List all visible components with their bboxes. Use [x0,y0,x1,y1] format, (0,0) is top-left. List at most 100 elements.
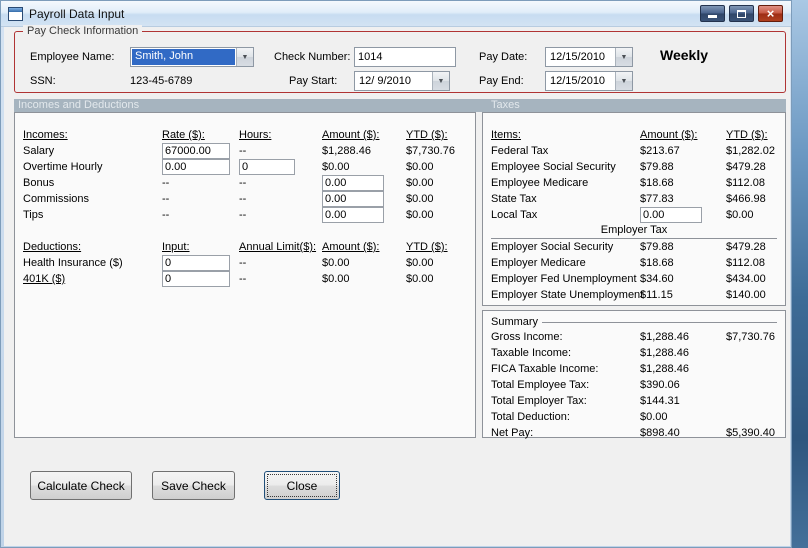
tax-row-local: Local Tax $0.00 [491,207,785,223]
amount-cell: $0.00 [322,257,350,269]
pay-start-datepicker[interactable]: 12/ 9/2010 ▼ [354,71,450,91]
amount-cell: $79.88 [640,161,674,173]
salary-rate-input[interactable] [162,143,230,159]
calculate-check-button[interactable]: Calculate Check [30,471,132,500]
employee-name-combobox[interactable]: Smith, John ▼ [130,47,254,67]
local-tax-input[interactable] [640,207,702,223]
employee-name-label: Employee Name: [30,51,115,63]
ytd-cell: $7,730.76 [726,331,775,343]
tips-amount-input[interactable] [322,207,384,223]
incomes-deductions-panel: Incomes: Rate ($): Hours: Amount ($): YT… [14,112,476,438]
ytd-cell: $1,282.02 [726,145,775,157]
overtime-hours-input[interactable] [239,159,295,175]
row-label: Employee Social Security [491,161,616,173]
tax-row-employee-medicare: Employee Medicare $18.68 $112.08 [491,175,785,191]
row-label: Bonus [23,177,55,189]
summary-row-fica-taxable-income: FICA Taxable Income: $1,288.46 [491,361,785,377]
pay-date-dropdown-button[interactable]: ▼ [615,48,632,66]
row-label: Employer Social Security [491,241,614,253]
ytd-header: YTD ($): [406,241,448,253]
summary-row-taxable-income: Taxable Income: $1,288.46 [491,345,785,361]
check-number-field-wrap [354,47,456,67]
amount-cell [322,191,406,207]
row-label: Tips [23,209,44,221]
taxes-panel: Items: Amount ($): YTD ($): Federal Tax … [482,112,786,306]
ssn-value: 123-45-6789 [130,75,193,87]
pay-start-label: Pay Start: [289,75,338,87]
summary-row-total-deduction: Total Deduction: $0.00 [491,409,785,425]
ssn-label: SSN: [30,75,56,87]
window-title: Payroll Data Input [29,6,125,21]
chevron-down-icon: ▼ [241,53,249,61]
summary-legend-line [542,321,777,323]
row-label: Total Deduction: [491,411,570,423]
summary-row-total-employee-tax: Total Employee Tax: $390.06 [491,377,785,393]
bonus-amount-input[interactable] [322,175,384,191]
section-header-bar: Incomes and Deductions Taxes [14,99,786,112]
pay-date-datepicker[interactable]: 12/15/2010 ▼ [545,47,633,67]
summary-row-gross-income: Gross Income: $1,288.46 $7,730.76 [491,329,785,345]
ytd-cell: $0.00 [406,161,434,173]
employee-name-dropdown-button[interactable]: ▼ [236,48,253,66]
rate-cell: -- [162,177,170,189]
ytd-cell: $0.00 [406,257,434,269]
pay-end-value: 12/15/2010 [550,75,606,87]
check-number-input[interactable] [355,51,455,63]
maximize-button[interactable] [729,5,754,22]
amount-cell: $213.67 [640,145,680,157]
tax-row-state: State Tax $77.83 $466.98 [491,191,785,207]
employer-tax-divider: Employer Tax [491,223,777,239]
ytd-cell: $140.00 [726,289,766,301]
amount-cell: $144.31 [640,395,680,407]
commissions-amount-input[interactable] [322,191,384,207]
amount-cell: $77.83 [640,193,674,205]
amount-cell: $11.15 [640,289,673,301]
income-row-commissions: Commissions -- -- $0.00 [23,191,475,207]
row-label: Employer Medicare [491,257,586,269]
amount-cell: $1,288.46 [640,363,689,375]
amount-cell [640,207,726,223]
row-label: Employee Medicare [491,177,589,189]
health-insurance-input[interactable] [162,255,230,271]
titlebar: Payroll Data Input × [1,1,791,27]
tax-row-employer-social-security: Employer Social Security $79.88 $479.28 [491,239,785,255]
pay-end-label: Pay End: [479,75,524,87]
deductions-header-row: Deductions: Input: Annual Limit($): Amou… [23,239,475,255]
ytd-cell: $479.28 [726,241,766,253]
amount-cell: $1,288.46 [640,331,689,343]
ytd-cell: $5,390.40 [726,427,775,439]
chevron-down-icon: ▼ [620,77,628,85]
row-label: Total Employer Tax: [491,395,587,407]
incomes-header-row: Incomes: Rate ($): Hours: Amount ($): YT… [23,127,475,143]
minimize-button[interactable] [700,5,725,22]
amount-cell: $34.60 [640,273,674,285]
pay-end-dropdown-button[interactable]: ▼ [615,72,632,90]
pay-end-datepicker[interactable]: 12/15/2010 ▼ [545,71,633,91]
pay-start-value: 12/ 9/2010 [359,75,411,87]
rate-header: Rate ($): [162,129,205,141]
pay-start-dropdown-button[interactable]: ▼ [432,72,449,90]
row-label: Employer State Unemployment [491,289,644,301]
amount-cell [322,207,406,223]
ytd-cell: $0.00 [726,209,754,221]
row-label: State Tax [491,193,537,205]
amount-cell: $18.68 [640,257,674,269]
ytd-cell: $0.00 [406,193,434,205]
save-check-button[interactable]: Save Check [152,471,235,500]
app-icon [8,6,23,21]
overtime-rate-input[interactable] [162,159,230,175]
close-window-button[interactable]: × [758,5,783,22]
ytd-cell: $479.28 [726,161,766,173]
row-label: Gross Income: [491,331,563,343]
minimize-icon [708,15,717,18]
amount-header: Amount ($): [322,241,380,253]
section-taxes-label: Taxes [491,99,520,111]
deductions-header: Deductions: [23,241,82,253]
close-button[interactable]: Close [264,471,340,500]
k401-input[interactable] [162,271,230,287]
amount-cell: $0.00 [640,411,668,423]
input-cell [162,271,239,287]
tax-row-federal: Federal Tax $213.67 $1,282.02 [491,143,785,159]
taxes-header-row: Items: Amount ($): YTD ($): [491,127,785,143]
ytd-header: YTD ($): [406,129,448,141]
